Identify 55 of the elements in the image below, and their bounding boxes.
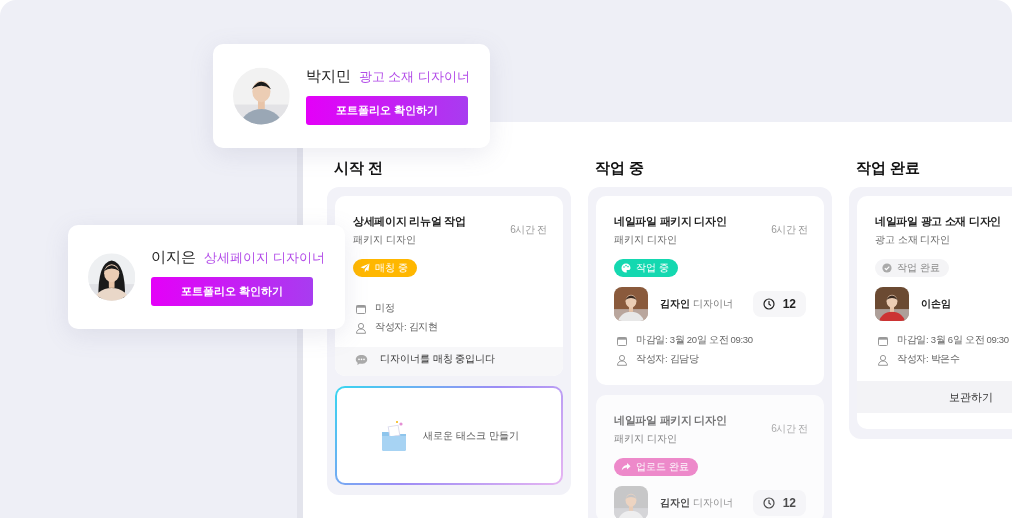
time-ago: 6시간 전 — [771, 422, 808, 436]
task-category: 패키지 디자인 — [353, 234, 417, 247]
portfolio-button[interactable]: 포트폴리오 확인하기 — [305, 96, 468, 125]
status-badge: 작업 완료 — [875, 259, 949, 277]
designer-name: 이손임 — [921, 297, 952, 311]
calendar-icon — [616, 334, 628, 347]
column-title: 작업 중 — [594, 158, 646, 178]
task-title: 상세페이지 리뉴얼 작업 — [353, 214, 467, 229]
task-card[interactable]: 상세페이지 리뉴얼 작업 패키지 디자인 6시간 전 매칭 중 미정 작성자: 김지현 디자이너를 매칭 중입니다 — [335, 196, 563, 376]
clock-icon — [762, 298, 775, 310]
author-text: 작성자: 김담당 — [636, 353, 699, 366]
designer-name: 박지민 — [305, 67, 351, 86]
task-title: 네일파일 패키지 디자인 — [614, 413, 728, 428]
calendar-icon — [355, 302, 367, 315]
designer-name: 김자인 디자이너 — [660, 496, 734, 510]
deadline-text: 미정 — [375, 302, 395, 315]
timer-count: 12 — [752, 291, 806, 317]
paper-plane-icon — [360, 263, 370, 273]
share-arrow-icon — [621, 462, 631, 472]
designer-name: 김자인 디자이너 — [660, 297, 734, 311]
designer-name: 이지은 — [151, 248, 197, 267]
status-badge: 작업 중 — [614, 259, 678, 277]
task-category: 패키지 디자인 — [614, 234, 678, 247]
check-circle-icon — [882, 263, 892, 273]
task-title: 네일파일 광고 소재 디자인 — [875, 214, 1002, 229]
task-title: 네일파일 패키지 디자인 — [614, 214, 728, 229]
task-card[interactable]: 네일파일 패키지 디자인 패키지 디자인 6시간 전 업로드 완료 김자인 디자이너 12 — [596, 395, 824, 518]
task-card[interactable]: 네일파일 패키지 디자인 패키지 디자인 6시간 전 작업 중 김자인 디자이너 12 마감일: 3월 20일 오전 09:30 작성자: 김담당 — [596, 196, 824, 385]
time-ago: 6시간 전 — [510, 223, 547, 237]
status-message: 디자이너를 매칭 중입니다 — [335, 347, 563, 376]
author-text: 작성자: 박은수 — [897, 353, 960, 366]
status-badge: 업로드 완료 — [614, 458, 698, 476]
task-category: 패키지 디자인 — [614, 433, 678, 446]
status-badge: 매칭 중 — [353, 259, 417, 277]
portfolio-button[interactable]: 포트폴리오 확인하기 — [151, 277, 314, 306]
chat-icon — [355, 353, 368, 366]
task-card[interactable]: 네일파일 광고 소재 디자인 광고 소재 디자인 작업 완료 이손임 마감일: 3월 6일 오전 09:30 작성자: 박은수 보관하기 — [857, 196, 1012, 429]
author-text: 작성자: 김지현 — [375, 321, 438, 334]
person-icon — [355, 321, 367, 334]
designer-role: 상세페이지 디자이너 — [204, 249, 325, 267]
person-icon — [877, 353, 889, 366]
clock-icon — [762, 497, 775, 509]
task-category: 광고 소재 디자인 — [875, 234, 952, 247]
designer-role: 광고 소재 디자이너 — [358, 68, 470, 86]
person-icon — [616, 353, 628, 366]
palette-icon — [621, 263, 631, 273]
calendar-icon — [877, 334, 889, 347]
column-title: 작업 완료 — [855, 158, 922, 178]
deadline-text: 마감일: 3월 6일 오전 09:30 — [897, 334, 1009, 347]
archive-button[interactable]: 보관하기 — [857, 381, 1012, 413]
deadline-text: 마감일: 3월 20일 오전 09:30 — [636, 334, 753, 347]
time-ago: 6시간 전 — [771, 223, 808, 237]
column-title: 시작 전 — [333, 158, 385, 178]
timer-count: 12 — [752, 490, 806, 516]
create-task-button[interactable]: 새로운 태스크 만들기 — [335, 386, 563, 485]
